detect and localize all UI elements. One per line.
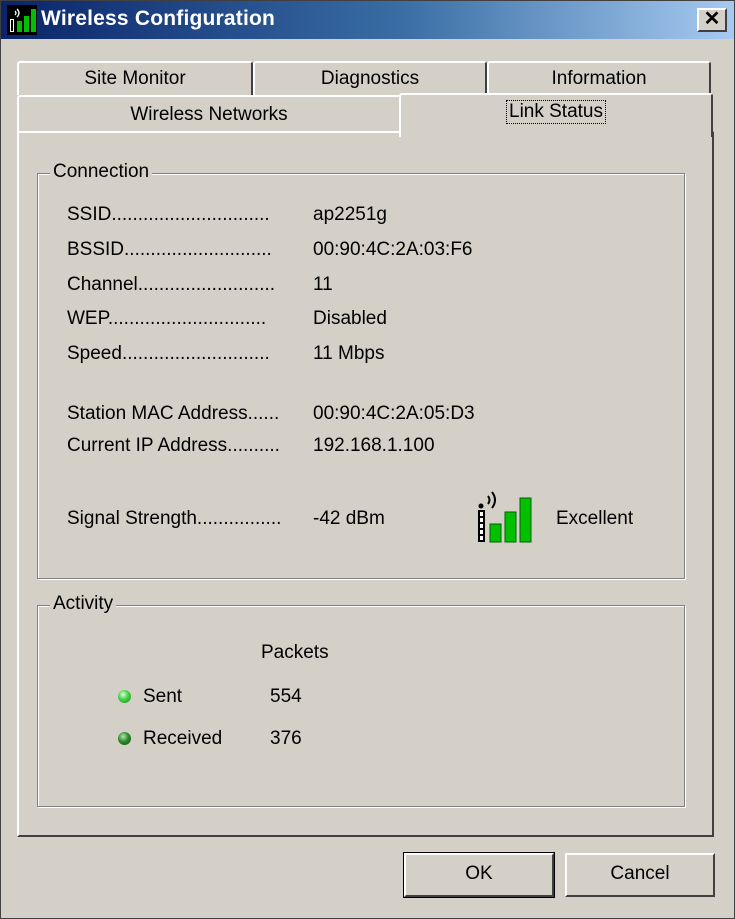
bssid-value: 00:90:4C:2A:03:F6 — [313, 239, 473, 260]
tab-wireless-networks[interactable]: Wireless Networks — [17, 95, 401, 133]
sent-led-icon — [118, 690, 131, 703]
connection-legend: Connection — [50, 161, 153, 183]
ssid-label: SSID.............................. — [67, 204, 270, 225]
sent-label: Sent — [143, 686, 183, 707]
connection-group: Connection SSID.........................… — [37, 161, 685, 579]
speed-label: Speed............................ — [67, 343, 270, 364]
ssid-value: ap2251g — [313, 204, 387, 225]
tab-label: Information — [551, 68, 647, 89]
current-ip-label: Current IP Address.......... — [67, 435, 280, 456]
packets-header: Packets — [261, 642, 329, 663]
wireless-app-icon — [7, 5, 37, 35]
wep-label: WEP.............................. — [67, 308, 267, 329]
tab-label: Diagnostics — [320, 68, 420, 89]
wep-value: Disabled — [313, 308, 387, 329]
tab-label: Wireless Networks — [130, 104, 288, 125]
signal-strength-label: Signal Strength................ — [67, 508, 282, 529]
speed-value: 11 Mbps — [313, 343, 385, 364]
station-mac-label: Station MAC Address...... — [67, 403, 280, 424]
received-value: 376 — [270, 728, 302, 749]
tab-link-status[interactable]: Link Status — [399, 93, 713, 137]
activity-legend: Activity — [50, 593, 117, 615]
dialog-window: Wireless Configuration ✕ Site Monitor Di… — [0, 0, 735, 919]
title-bar[interactable]: Wireless Configuration ✕ — [1, 1, 734, 39]
ok-button[interactable]: OK — [403, 852, 555, 898]
tab-diagnostics[interactable]: Diagnostics — [253, 61, 487, 95]
window-title: Wireless Configuration — [41, 7, 276, 30]
tab-label: Link Status — [506, 100, 606, 124]
ok-button-label: OK — [465, 863, 493, 884]
signal-strength-icon — [478, 491, 532, 543]
tab-label: Site Monitor — [84, 68, 186, 89]
received-led-icon — [118, 732, 131, 745]
signal-strength-value: -42 dBm — [313, 508, 385, 529]
received-label: Received — [143, 728, 223, 749]
activity-group: Activity Packets Sent 554 Received 376 — [37, 593, 685, 807]
bssid-label: BSSID............................ — [67, 239, 272, 260]
sent-value: 554 — [270, 686, 302, 707]
close-icon: ✕ — [703, 8, 721, 30]
tab-panel-link-status: Connection SSID.........................… — [17, 131, 714, 837]
signal-bars — [489, 497, 532, 543]
current-ip-value: 192.168.1.100 — [313, 435, 435, 456]
close-button[interactable]: ✕ — [697, 8, 727, 32]
signal-quality-label: Excellent — [556, 508, 634, 529]
station-mac-value: 00:90:4C:2A:05:D3 — [313, 403, 475, 424]
tab-information[interactable]: Information — [487, 61, 711, 95]
channel-value: 11 — [313, 274, 333, 295]
tab-site-monitor[interactable]: Site Monitor — [17, 61, 253, 95]
cancel-button[interactable]: Cancel — [565, 853, 715, 897]
cancel-button-label: Cancel — [610, 863, 670, 884]
channel-label: Channel.......................... — [67, 274, 276, 295]
